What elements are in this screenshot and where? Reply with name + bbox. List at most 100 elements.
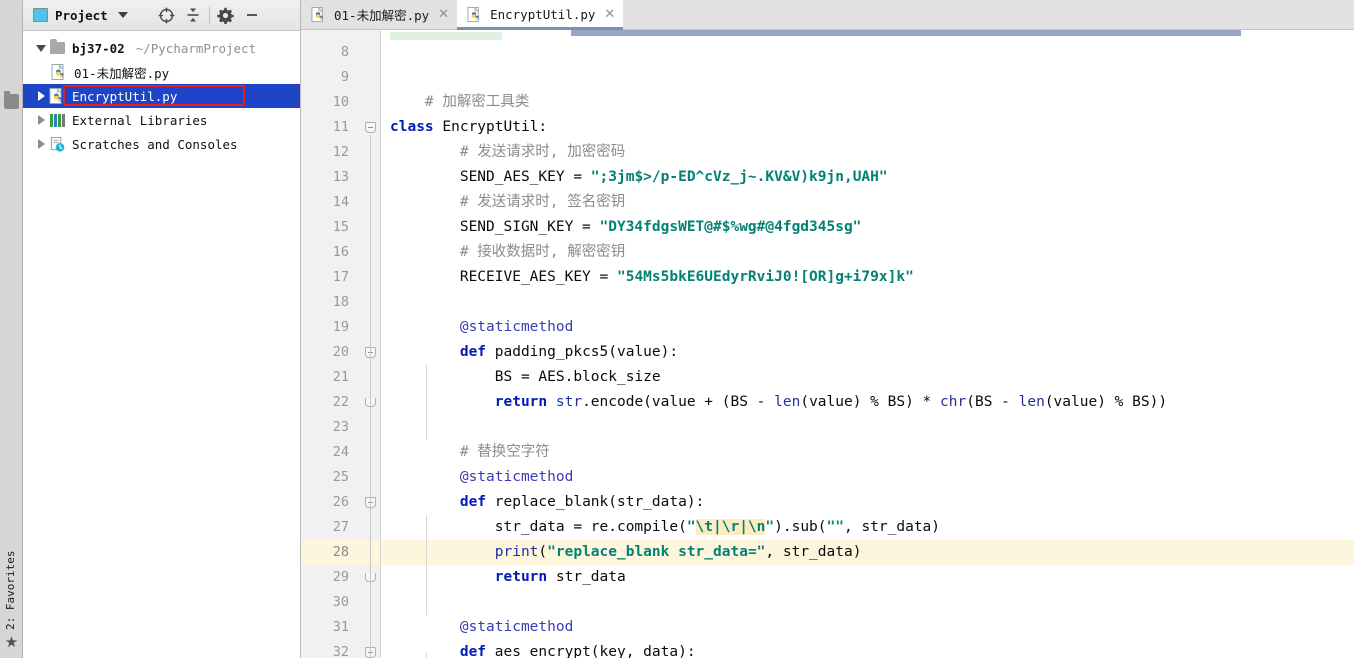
editor-tab-encryptutil[interactable]: EncryptUtil.py ✕ [457, 0, 624, 30]
code-line[interactable]: def replace_blank(str_data): [381, 490, 1354, 515]
close-icon[interactable]: ✕ [438, 8, 449, 21]
python-file-icon [49, 87, 67, 105]
editor-tab-01[interactable]: 01-未加解密.py ✕ [301, 0, 458, 29]
code-line[interactable]: def aes_encrypt(key, data): [381, 640, 1354, 658]
line-number: 8 [340, 44, 349, 60]
fold-guide-line [370, 135, 371, 658]
code-line[interactable]: str_data = re.compile("\t|\r|\n").sub(""… [381, 515, 1354, 540]
collapse-all-icon[interactable] [180, 3, 206, 27]
code-line[interactable]: print("replace_blank str_data=", str_dat… [381, 540, 1354, 565]
code-token: EncryptUtil: [442, 119, 548, 135]
star-icon[interactable]: ★ [4, 635, 19, 650]
code-token: "54Ms5bkE6UEdyrRviJ0![OR]g+i79x]k" [616, 269, 914, 285]
code-line[interactable]: @staticmethod [381, 315, 1354, 340]
line-number: 29 [332, 569, 349, 585]
code-line[interactable]: # 替换空字符 [381, 440, 1354, 465]
indent-guide [426, 652, 427, 658]
code-token: print [494, 544, 539, 560]
tree-node-encryptutil-file[interactable]: EncryptUtil.py [23, 84, 300, 108]
code-line[interactable]: @staticmethod [381, 465, 1354, 490]
expand-arrow-icon[interactable] [33, 36, 49, 60]
line-number: 23 [332, 419, 349, 435]
line-number: 31 [332, 619, 349, 635]
code-token: "" [826, 519, 844, 535]
code-line[interactable]: @staticmethod [381, 615, 1354, 640]
tree-node-scratches-consoles[interactable]: Scratches and Consoles [23, 132, 300, 156]
code-folding-gutter[interactable] [359, 30, 381, 658]
python-file-icon [467, 6, 483, 23]
code-line[interactable] [381, 65, 1354, 90]
tool-window-button-favorites[interactable]: 2: Favorites [4, 551, 17, 630]
code-token: str [555, 394, 583, 410]
code-token: RECEIVE_AES_KEY = [390, 269, 617, 285]
editor-tab-label: EncryptUtil.py [490, 7, 596, 22]
code-line[interactable]: class EncryptUtil: [381, 115, 1354, 140]
code-line[interactable] [381, 290, 1354, 315]
code-line[interactable]: def padding_pkcs5(value): [381, 340, 1354, 365]
chevron-down-icon[interactable] [117, 12, 128, 18]
code-text-area[interactable]: # 加解密工具类 class EncryptUtil: # 发送请求时, 加密密码… [381, 30, 1354, 658]
code-line[interactable] [381, 415, 1354, 440]
tree-node-01-file[interactable]: 01-未加解密.py [23, 60, 300, 84]
line-number: 20 [332, 344, 349, 360]
code-line[interactable]: # 发送请求时, 加密密码 [381, 140, 1354, 165]
line-number: 30 [332, 594, 349, 610]
code-line[interactable]: # 接收数据时, 解密密钥 [381, 240, 1354, 265]
line-number: 10 [332, 94, 349, 110]
line-number: 25 [332, 469, 349, 485]
code-token: return [494, 394, 556, 410]
code-token: .encode(value + (BS - [582, 394, 775, 410]
import-highlight [390, 32, 502, 40]
minimize-icon[interactable] [239, 3, 265, 27]
project-tool-window: Project bj37-02 ~/PycharmProject 01-未加解密… [23, 0, 301, 658]
target-locate-icon[interactable] [154, 3, 180, 27]
code-line[interactable]: BS = AES.block_size [381, 365, 1354, 390]
pycharm-window: 1: Project 2: Favorites ★ Project [0, 0, 1354, 658]
code-token: , str_data) [843, 519, 941, 535]
code-line[interactable]: SEND_SIGN_KEY = "DY34fdgsWET@#$%wg#@4fgd… [381, 215, 1354, 240]
code-token: len [774, 394, 801, 410]
tree-node-label: External Libraries [72, 112, 208, 128]
code-token: SEND_SIGN_KEY = [390, 219, 600, 235]
code-line[interactable]: # 加解密工具类 [381, 90, 1354, 115]
code-line[interactable]: SEND_AES_KEY = ";3jm$>/p-ED^cVz_j~.KV&V)… [381, 165, 1354, 190]
code-token: str_data [555, 569, 626, 585]
gear-icon[interactable] [213, 3, 239, 27]
expand-arrow-icon[interactable] [33, 108, 49, 132]
code-token: replace_blank(str_data): [494, 494, 705, 510]
code-token: # 接收数据时, 解密密钥 [459, 244, 626, 260]
code-token: def [459, 344, 495, 360]
line-number: 19 [332, 319, 349, 335]
tree-node-bj37-02[interactable]: bj37-02 ~/PycharmProject [23, 36, 300, 60]
code-line[interactable] [381, 590, 1354, 615]
code-line[interactable]: return str_data [381, 565, 1354, 590]
fold-collapse-icon[interactable] [365, 122, 376, 133]
project-view-selector[interactable]: Project [29, 8, 132, 23]
line-number: 26 [332, 494, 349, 510]
editor-body[interactable]: 8 9 10 11 12 13 14 15 16 17 18 19 20 21 22 23 24 25 26 27 28… [301, 30, 1354, 658]
expand-arrow-icon[interactable] [33, 84, 49, 108]
expand-arrow-icon[interactable] [33, 132, 49, 156]
code-line[interactable] [381, 40, 1354, 65]
code-line[interactable]: RECEIVE_AES_KEY = "54Ms5bkE6UEdyrRviJ0![… [381, 265, 1354, 290]
code-token: chr [940, 394, 967, 410]
line-number: 21 [332, 369, 349, 385]
project-tree[interactable]: bj37-02 ~/PycharmProject 01-未加解密.py Encr… [23, 31, 300, 658]
code-line[interactable]: return str.encode(value + (BS - len(valu… [381, 390, 1354, 415]
code-token: , str_data) [765, 544, 862, 560]
code-token: return [494, 569, 556, 585]
tree-node-external-libraries[interactable]: External Libraries [23, 108, 300, 132]
project-panel-title: Project [55, 7, 108, 23]
code-line[interactable]: # 发送请求时, 签名密钥 [381, 190, 1354, 215]
close-icon[interactable]: ✕ [604, 8, 615, 21]
